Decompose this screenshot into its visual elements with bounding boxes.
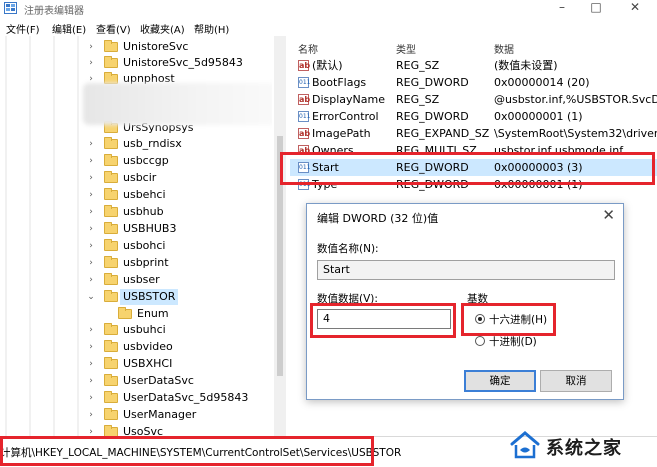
value-row[interactable]: 011 BootFlags REG_DWORD 0x00000014 (20) [290,74,657,91]
folder-icon [104,256,118,268]
maximize-button[interactable]: □ [581,0,611,17]
menu-edit[interactable]: 编辑(E) [52,21,86,36]
window-title: 注册表编辑器 [24,6,84,17]
folder-icon [104,205,118,217]
minimize-button[interactable]: – [547,0,577,17]
folder-icon [104,425,118,436]
dword-value-icon: 011 [298,111,311,122]
expand-arrow-icon[interactable]: › [86,153,96,169]
expand-arrow-icon[interactable]: › [86,322,96,338]
folder-icon [104,171,118,183]
folder-icon [104,188,118,200]
registry-tree[interactable]: › UnistoreSvc › UnistoreSvc_5d95843 › up… [0,36,272,436]
hex-label[interactable]: 十六进制(H) [489,312,547,327]
folder-icon [104,408,118,420]
edit-dword-dialog: 编辑 DWORD (32 位)值 ✕ 数值名称(N): Start 数值数据(V… [306,203,624,400]
base-label: 基数 [467,293,488,305]
watermark-text: 系统之家 [546,438,622,459]
value-row[interactable]: ab ImagePath REG_EXPAND_SZ \SystemRoot\S… [290,125,657,142]
expand-arrow-icon[interactable]: › [86,170,96,186]
string-value-icon: ab [298,128,311,139]
expand-arrow-icon[interactable]: › [86,238,96,254]
string-value-icon: ab [298,94,311,105]
column-header-type[interactable]: 类型 [396,41,416,56]
folder-icon [104,273,118,285]
folder-icon [104,323,118,335]
menu-bar: 文件(F) 编辑(E) 查看(V) 收藏夹(A) 帮助(H) [0,17,657,36]
folder-icon [104,56,118,68]
menu-help[interactable]: 帮助(H) [194,21,229,36]
expand-arrow-icon[interactable]: › [86,39,96,55]
folder-open-icon [104,290,118,302]
scrollbar-thumb[interactable] [277,136,283,376]
site-watermark: 系统之家 [506,424,657,467]
decimal-radio[interactable] [475,336,485,346]
dword-value-icon: 011 [298,162,311,173]
house-logo-icon [510,431,540,459]
expand-arrow-icon[interactable]: › [86,136,96,152]
column-header-name[interactable]: 名称 [298,41,318,56]
expand-arrow-icon[interactable]: › [86,373,96,389]
ok-button[interactable]: 确定 [464,370,536,392]
close-button[interactable]: ✕ [620,0,650,17]
expand-arrow-icon[interactable]: › [86,424,96,436]
regedit-icon [4,2,17,14]
expand-arrow-icon[interactable]: › [86,204,96,220]
dword-value-icon: 011 [298,179,311,190]
folder-icon [104,239,118,251]
string-value-icon: ab [298,145,310,152]
folder-icon [104,222,118,234]
expand-arrow-icon[interactable]: › [86,390,96,406]
dword-value-icon: 011 [298,77,311,88]
value-name-label: 数值名称(N): [317,243,379,255]
menu-file[interactable]: 文件(F) [6,21,40,36]
value-row[interactable]: ab Owners REG_MULTI_SZ usbstor.inf,usbmo… [290,142,657,152]
folder-icon [104,40,118,52]
string-value-icon: ab [298,60,311,71]
value-data-label: 数值数据(V): [317,293,378,305]
value-row[interactable]: 011 ErrorControl REG_DWORD 0x00000001 (1… [290,108,657,125]
expand-arrow-icon[interactable]: › [86,55,96,71]
folder-icon [104,391,118,403]
folder-icon [104,357,118,369]
folder-icon [104,137,118,149]
folder-icon [118,307,132,319]
expand-arrow-icon[interactable]: › [86,339,96,355]
value-name-field[interactable]: Start [317,260,615,280]
folder-icon [104,154,118,166]
menu-view[interactable]: 查看(V) [96,21,131,36]
value-row[interactable]: ab (默认) REG_SZ (数值未设置) [290,57,657,74]
title-bar: 注册表编辑器 – □ ✕ [0,0,657,17]
dialog-title: 编辑 DWORD (32 位)值 [317,212,439,225]
dialog-close-icon[interactable]: ✕ [602,206,615,224]
folder-icon [104,374,118,386]
tree-scrollbar[interactable] [274,36,286,436]
collapse-arrow-icon[interactable]: ⌄ [86,289,96,305]
expand-arrow-icon[interactable]: › [86,187,96,203]
folder-icon [104,340,118,352]
hex-radio[interactable] [475,314,485,324]
expand-arrow-icon[interactable]: › [86,356,96,372]
registry-path: 计算机\HKEY_LOCAL_MACHINE\SYSTEM\CurrentCon… [0,447,402,459]
value-data-field[interactable]: 4 [317,309,451,329]
cancel-button[interactable]: 取消 [540,370,612,392]
expand-arrow-icon[interactable]: › [86,221,96,237]
expand-arrow-icon[interactable]: › [86,255,96,271]
value-row-start[interactable]: 011 Start REG_DWORD 0x00000003 (3) [290,159,657,176]
expand-arrow-icon[interactable]: › [86,272,96,288]
menu-favorites[interactable]: 收藏夹(A) [140,21,185,36]
expand-arrow-icon[interactable]: › [86,407,96,423]
decimal-label[interactable]: 十进制(D) [489,334,537,349]
blurred-region [83,83,272,125]
value-row[interactable]: ab DisplayName REG_SZ @usbstor.inf,%USBS… [290,91,657,108]
column-header-data[interactable]: 数据 [494,41,514,56]
value-row[interactable]: 011 Type REG_DWORD 0x00000001 (1) [290,176,657,193]
